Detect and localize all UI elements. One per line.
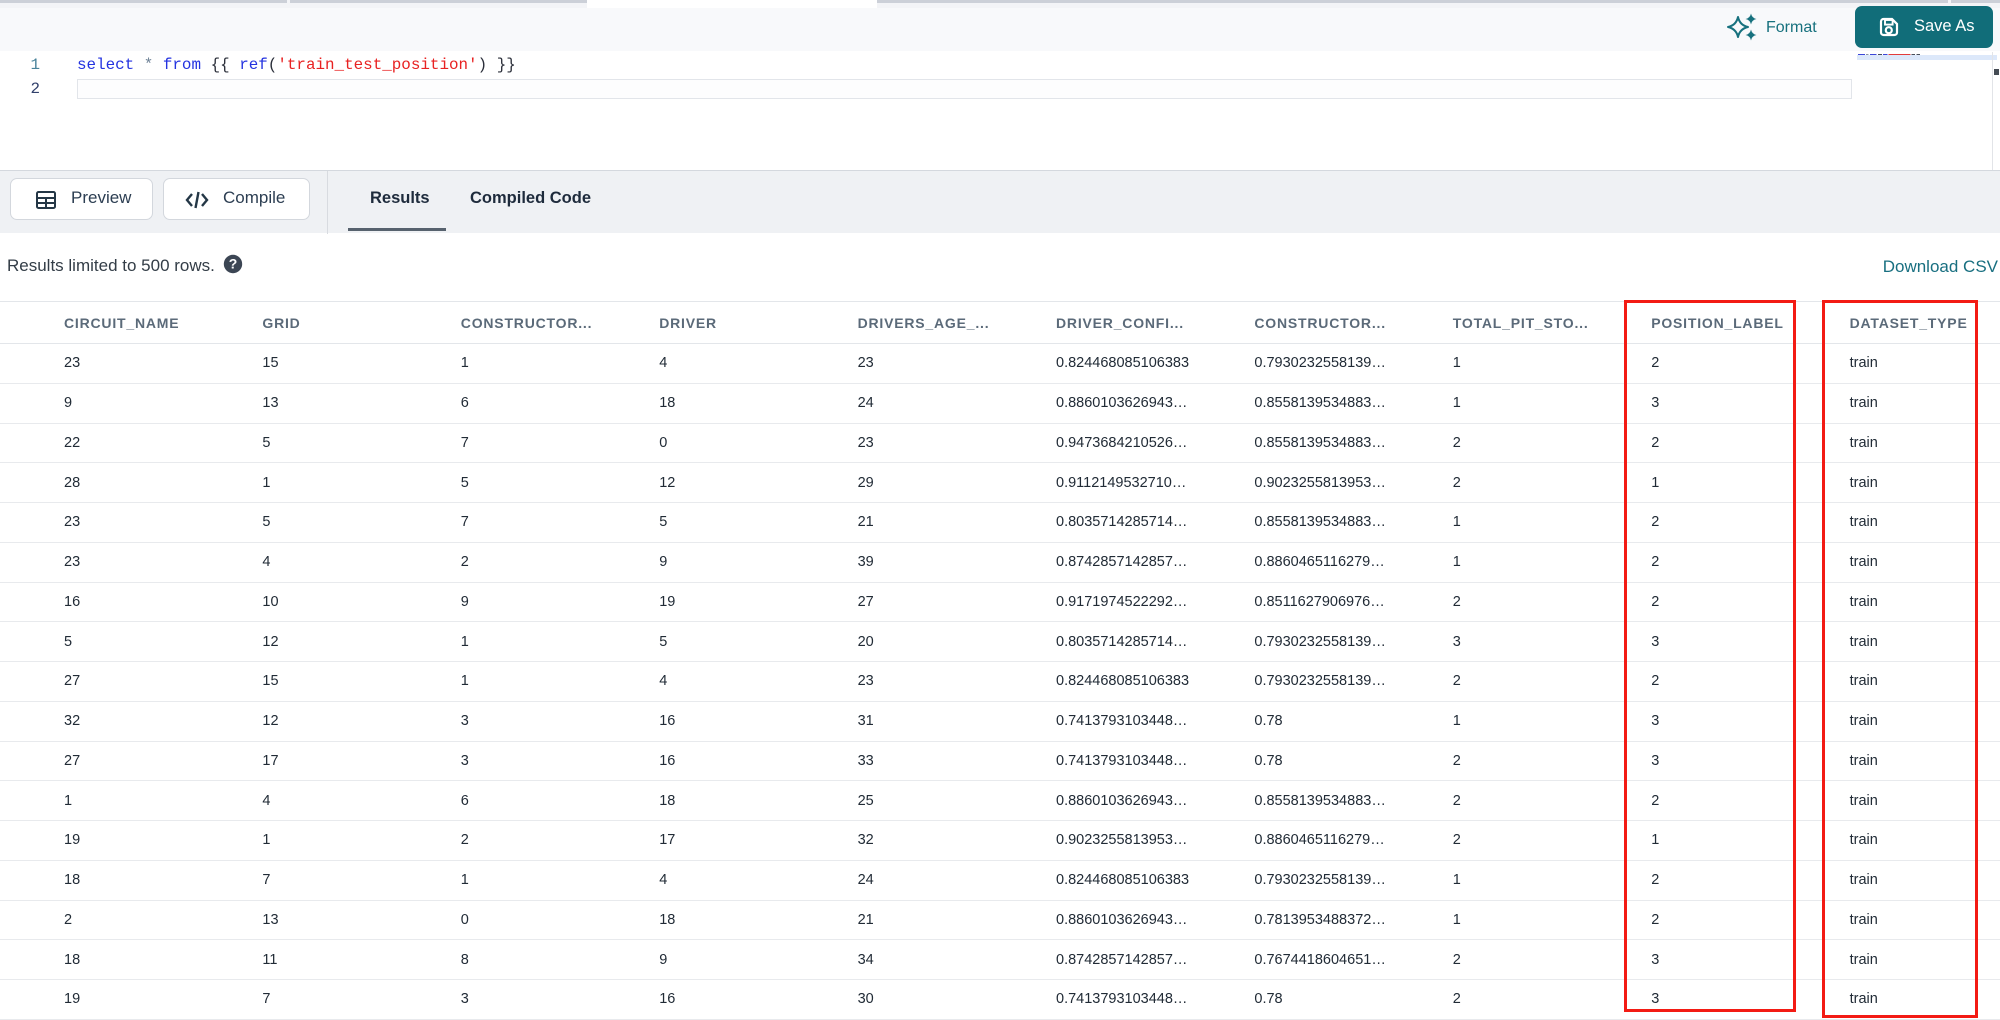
svg-text:?: ? [229, 256, 238, 272]
